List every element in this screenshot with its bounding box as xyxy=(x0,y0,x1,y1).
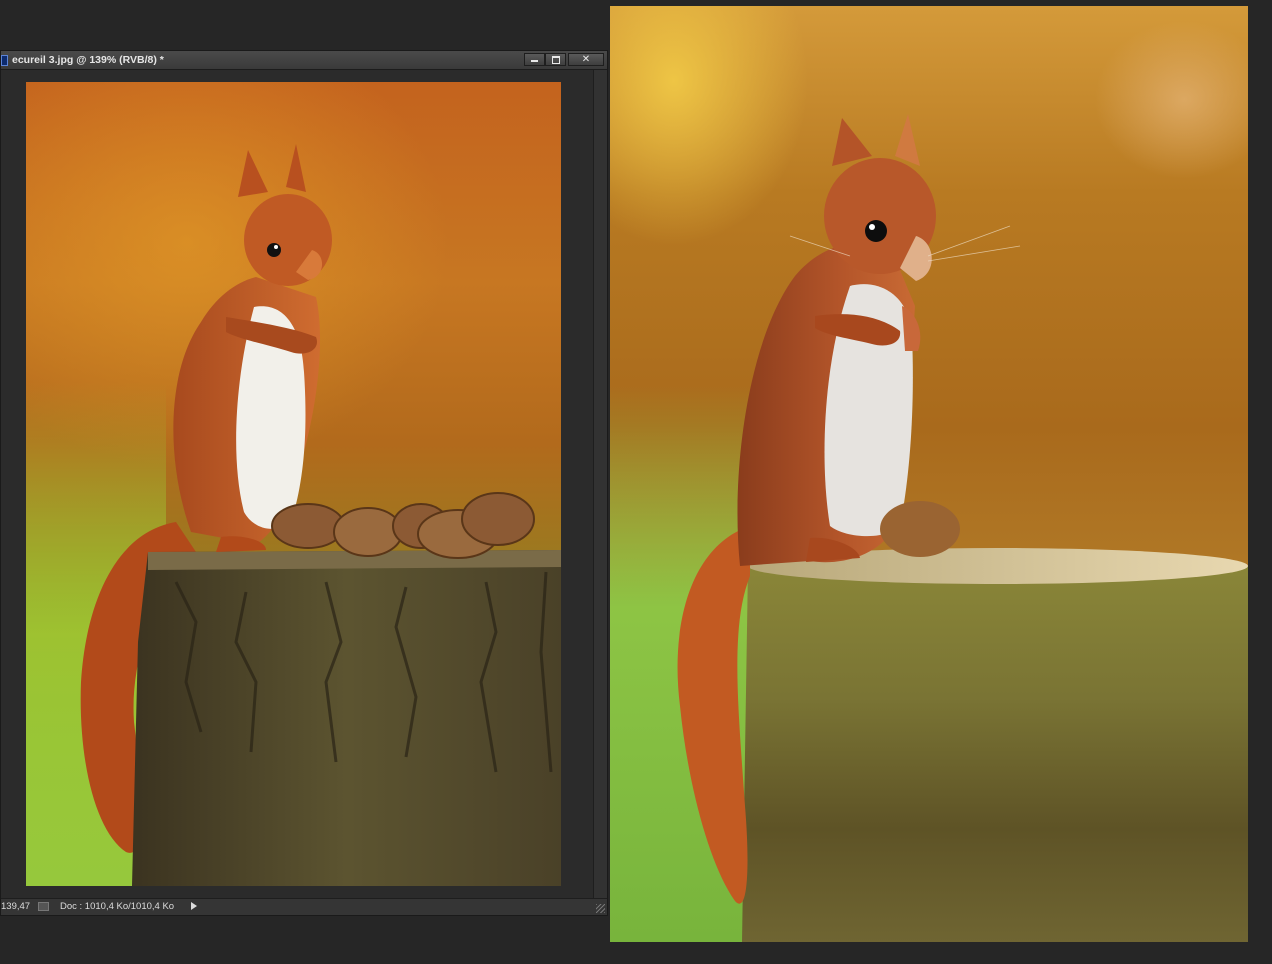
squirrel-painting-illustration xyxy=(677,114,1248,942)
walnuts xyxy=(271,492,535,559)
triangle-right-icon[interactable] xyxy=(191,902,197,910)
painted-stump xyxy=(742,566,1248,942)
painted-tail xyxy=(677,526,750,904)
status-bar: 139,47 Doc : 1010,4 Ko/1010,4 Ko xyxy=(1,898,607,915)
document-title: ecureil 3.jpg @ 139% (RVB/8) * xyxy=(12,54,164,66)
document-size-info: Doc : 1010,4 Ko/1010,4 Ko xyxy=(60,901,175,912)
minimize-button[interactable] xyxy=(524,53,545,66)
squirrel-eye xyxy=(267,243,281,257)
squirrel-photo-illustration xyxy=(80,144,561,886)
reference-photo xyxy=(26,82,561,886)
document-title-bar[interactable]: ecureil 3.jpg @ 139% (RVB/8) * ✕ xyxy=(1,51,607,70)
minimize-icon xyxy=(531,60,538,62)
close-button[interactable]: ✕ xyxy=(568,53,604,66)
resize-grip[interactable] xyxy=(596,904,605,913)
painted-nut xyxy=(880,501,960,557)
zoom-level[interactable]: 139,47 xyxy=(1,901,30,912)
close-icon: ✕ xyxy=(581,54,591,65)
vertical-scrollbar[interactable] xyxy=(593,70,607,900)
maximize-button[interactable] xyxy=(545,53,566,66)
photoshop-icon xyxy=(1,55,8,66)
status-icon[interactable] xyxy=(38,902,49,911)
painting-canvas[interactable] xyxy=(610,6,1248,942)
painted-eye xyxy=(865,220,887,242)
maximize-icon xyxy=(551,56,560,64)
